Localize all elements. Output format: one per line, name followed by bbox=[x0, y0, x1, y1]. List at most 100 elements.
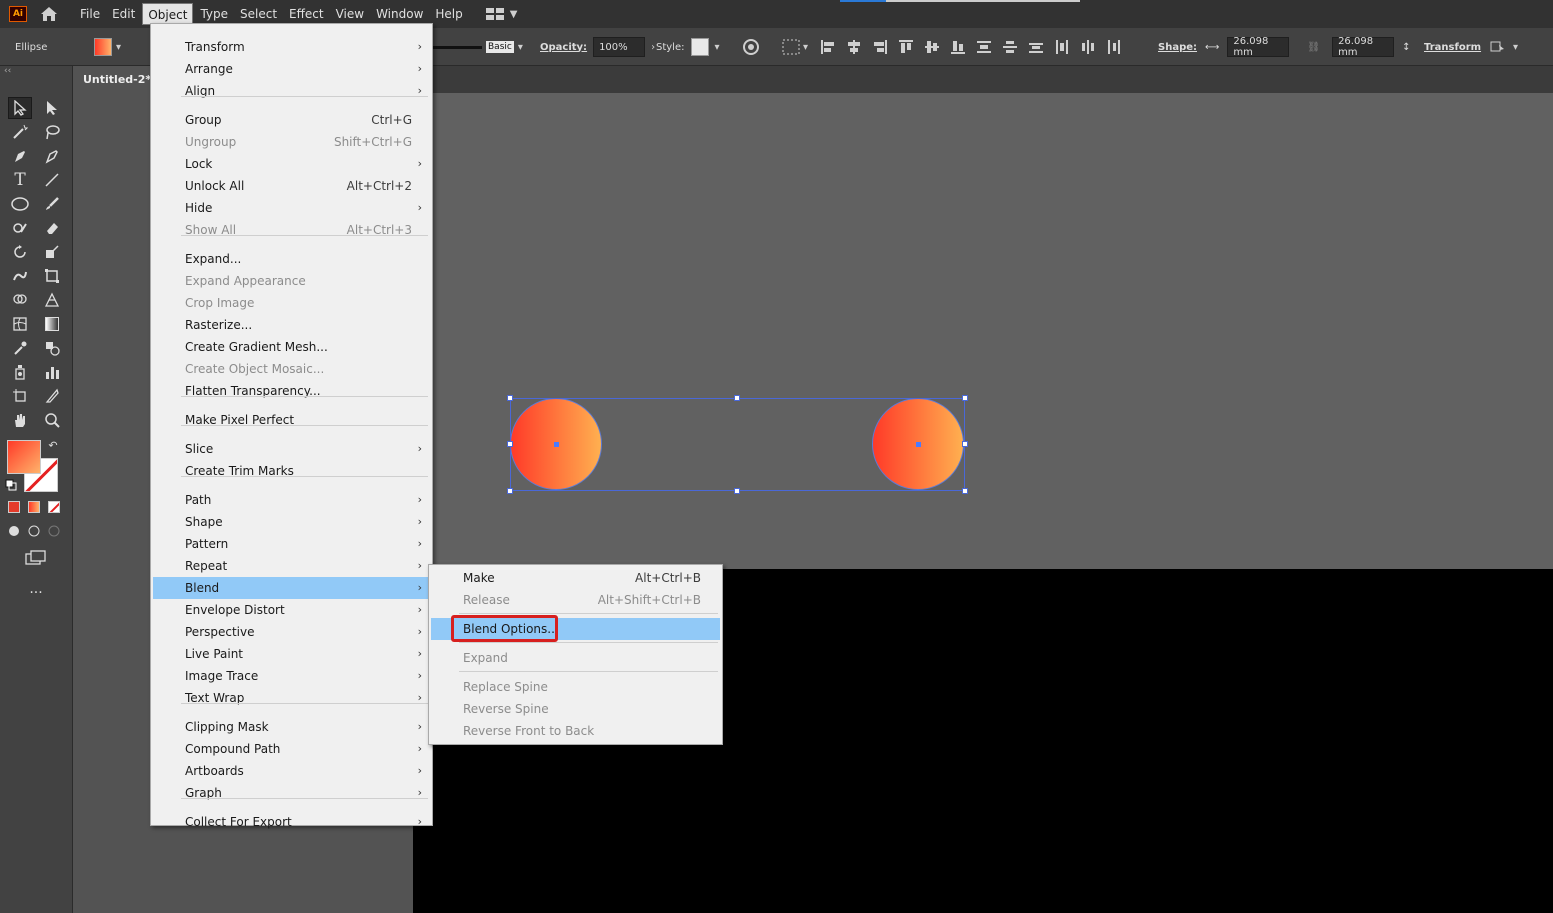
home-icon[interactable] bbox=[39, 5, 59, 23]
zoom-tool-icon[interactable] bbox=[40, 409, 64, 431]
selection-handle[interactable] bbox=[962, 395, 968, 401]
object-menu-item-path[interactable]: Path › bbox=[153, 489, 430, 511]
fill-control[interactable]: ▾ bbox=[94, 28, 121, 66]
perspective-grid-tool-icon[interactable] bbox=[40, 289, 64, 311]
menu-select[interactable]: Select bbox=[235, 3, 282, 25]
menu-object[interactable]: Object bbox=[142, 3, 194, 25]
pen-tool-icon[interactable] bbox=[8, 145, 32, 167]
object-menu-item-transform[interactable]: Transform › bbox=[153, 36, 430, 58]
blend-menu-item-make[interactable]: Make Alt+Ctrl+B bbox=[431, 567, 720, 589]
object-menu-item-hide[interactable]: Hide › bbox=[153, 197, 430, 219]
draw-normal-icon[interactable] bbox=[5, 522, 23, 540]
column-graph-tool-icon[interactable] bbox=[40, 361, 64, 383]
selection-tool-icon[interactable] bbox=[8, 97, 32, 119]
align-bottom-icon[interactable] bbox=[950, 39, 966, 55]
object-menu-item-flatten-transparency[interactable]: Flatten Transparency... bbox=[153, 380, 430, 402]
type-tool-icon[interactable]: T bbox=[8, 169, 32, 191]
shape-builder-tool-icon[interactable] bbox=[8, 289, 32, 311]
blend-menu-item-blend-options[interactable]: Blend Options... bbox=[431, 618, 720, 640]
hand-tool-icon[interactable] bbox=[8, 409, 32, 431]
object-menu-item-live-paint[interactable]: Live Paint › bbox=[153, 643, 430, 665]
transform-link[interactable]: Transform bbox=[1424, 42, 1481, 53]
object-menu-item-graph[interactable]: Graph › bbox=[153, 782, 430, 804]
menu-file[interactable]: File bbox=[75, 3, 105, 25]
menu-effect[interactable]: Effect bbox=[284, 3, 329, 25]
magic-wand-tool-icon[interactable] bbox=[8, 121, 32, 143]
object-menu-item-arrange[interactable]: Arrange › bbox=[153, 58, 430, 80]
direct-selection-tool-icon[interactable] bbox=[40, 97, 64, 119]
object-menu-item-expand[interactable]: Expand... bbox=[153, 248, 430, 270]
draw-behind-icon[interactable] bbox=[25, 522, 43, 540]
selection-handle[interactable] bbox=[962, 488, 968, 494]
align-left-icon[interactable] bbox=[820, 39, 836, 55]
object-menu-item-create-gradient-mesh[interactable]: Create Gradient Mesh... bbox=[153, 336, 430, 358]
width-input[interactable]: 26.098 mm bbox=[1227, 36, 1290, 58]
selection-handle[interactable] bbox=[962, 441, 968, 447]
symbol-sprayer-tool-icon[interactable] bbox=[8, 361, 32, 383]
menu-view[interactable]: View bbox=[331, 3, 369, 25]
panel-collapse-icon[interactable]: ‹‹ bbox=[4, 66, 74, 88]
height-input[interactable]: 26.098 mm bbox=[1332, 36, 1395, 58]
object-menu-item-pattern[interactable]: Pattern › bbox=[153, 533, 430, 555]
object-menu-item-group[interactable]: Group Ctrl+G bbox=[153, 109, 430, 131]
swap-fill-stroke-icon[interactable]: ↶ bbox=[46, 438, 60, 452]
align-right-icon[interactable] bbox=[872, 39, 888, 55]
selection-handle[interactable] bbox=[734, 395, 740, 401]
free-transform-tool-icon[interactable] bbox=[40, 265, 64, 287]
lasso-tool-icon[interactable] bbox=[40, 121, 64, 143]
screen-mode-icon[interactable] bbox=[24, 549, 48, 567]
object-menu-item-align[interactable]: Align › bbox=[153, 80, 430, 102]
object-menu-item-image-trace[interactable]: Image Trace › bbox=[153, 665, 430, 687]
none-mode-icon[interactable] bbox=[45, 498, 63, 516]
recolor-icon[interactable] bbox=[742, 28, 760, 66]
object-menu-item-envelope-distort[interactable]: Envelope Distort › bbox=[153, 599, 430, 621]
menu-window[interactable]: Window bbox=[371, 3, 428, 25]
blend-tool-icon[interactable] bbox=[40, 337, 64, 359]
object-menu-item-compound-path[interactable]: Compound Path › bbox=[153, 738, 430, 760]
paintbrush-tool-icon[interactable] bbox=[40, 193, 64, 215]
menu-edit[interactable]: Edit bbox=[107, 3, 140, 25]
document-tab[interactable]: Untitled-2* @ bbox=[74, 66, 152, 93]
distribute-left-icon[interactable] bbox=[1054, 39, 1070, 55]
selection-handle[interactable] bbox=[507, 395, 513, 401]
align-vcenter-icon[interactable] bbox=[924, 39, 940, 55]
object-menu-item-shape[interactable]: Shape › bbox=[153, 511, 430, 533]
workspace-switcher[interactable]: ▼ bbox=[485, 8, 517, 20]
shape-label[interactable]: Shape: bbox=[1158, 42, 1197, 53]
align-hcenter-icon[interactable] bbox=[846, 39, 862, 55]
artboard[interactable] bbox=[413, 93, 1553, 569]
default-fill-stroke-icon[interactable] bbox=[4, 478, 18, 492]
opacity-input[interactable]: 100% bbox=[593, 37, 646, 57]
distribute-top-icon[interactable] bbox=[976, 39, 992, 55]
align-to-control[interactable]: ▾ bbox=[782, 28, 808, 66]
curvature-tool-icon[interactable] bbox=[40, 145, 64, 167]
artboard-tool-icon[interactable] bbox=[8, 385, 32, 407]
mesh-tool-icon[interactable] bbox=[8, 313, 32, 335]
object-menu-item-slice[interactable]: Slice › bbox=[153, 438, 430, 460]
object-menu-item-make-pixel-perfect[interactable]: Make Pixel Perfect bbox=[153, 409, 430, 431]
object-menu-item-create-trim-marks[interactable]: Create Trim Marks bbox=[153, 460, 430, 482]
color-mode-icon[interactable] bbox=[5, 498, 23, 516]
gradient-mode-icon[interactable] bbox=[25, 498, 43, 516]
draw-inside-icon[interactable] bbox=[45, 522, 63, 540]
ellipse-tool-icon[interactable] bbox=[8, 193, 32, 215]
eyedropper-tool-icon[interactable] bbox=[8, 337, 32, 359]
object-menu-item-rasterize[interactable]: Rasterize... bbox=[153, 314, 430, 336]
rotate-tool-icon[interactable] bbox=[8, 241, 32, 263]
object-menu-item-lock[interactable]: Lock › bbox=[153, 153, 430, 175]
style-swatch[interactable] bbox=[690, 38, 709, 56]
object-menu-item-text-wrap[interactable]: Text Wrap › bbox=[153, 687, 430, 709]
object-menu-item-repeat[interactable]: Repeat › bbox=[153, 555, 430, 577]
object-menu-item-unlock-all[interactable]: Unlock All Alt+Ctrl+2 bbox=[153, 175, 430, 197]
object-menu-item-collect-for-export[interactable]: Collect For Export › bbox=[153, 811, 430, 833]
selection-handle[interactable] bbox=[507, 441, 513, 447]
chevron-down-icon[interactable]: ▾ bbox=[715, 42, 720, 53]
line-tool-icon[interactable] bbox=[40, 169, 64, 191]
transform-options-icon[interactable] bbox=[1489, 40, 1505, 54]
gradient-tool-icon[interactable] bbox=[40, 313, 64, 335]
object-menu-item-artboards[interactable]: Artboards › bbox=[153, 760, 430, 782]
selection-handle[interactable] bbox=[734, 488, 740, 494]
distribute-right-icon[interactable] bbox=[1106, 39, 1122, 55]
align-top-icon[interactable] bbox=[898, 39, 914, 55]
distribute-bottom-icon[interactable] bbox=[1028, 39, 1044, 55]
